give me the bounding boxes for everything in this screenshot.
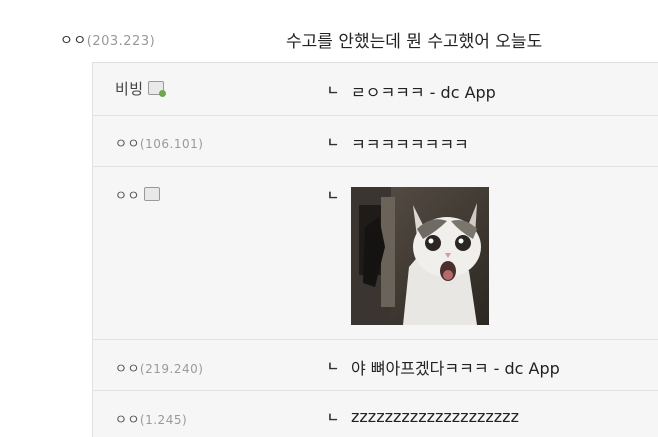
shocked-cat-dccon-image[interactable] <box>351 187 489 325</box>
reply-text: zzzzzzzzzzzzzzzzzzzz <box>351 407 519 426</box>
mobile-badge-icon <box>143 187 160 201</box>
reply-marker: ㄴ <box>327 136 339 151</box>
reply-text: 야 뼈아프겠다ㅋㅋㅋ - dc App <box>351 359 560 378</box>
parent-comment: ㅇㅇ(203.223) 수고를 안했는데 뭔 수고했어 오늘도 <box>0 0 658 62</box>
author-nickname[interactable]: ㅇㅇ <box>60 33 87 49</box>
author-nickname[interactable]: 비빙 <box>115 80 144 98</box>
reply-marker: ㄴ <box>327 189 339 204</box>
reply-item: ㅇㅇ(106.101) ㄴ ㅋㅋㅋㅋㅋㅋㅋㅋ <box>93 116 658 167</box>
reply-list: 비빙 ㄴ ㄹㅇㅋㅋㅋ - dc App ㅇㅇ(106.101) ㄴ ㅋㅋㅋㅋㅋㅋ… <box>92 62 658 437</box>
reply-text: ㄹㅇㅋㅋㅋ - dc App <box>351 83 496 102</box>
reply-author[interactable]: ㅇㅇ(219.240) <box>115 358 203 377</box>
author-nickname[interactable]: ㅇㅇ <box>115 137 140 152</box>
comment-thread: ㅇㅇ(203.223) 수고를 안했는데 뭔 수고했어 오늘도 비빙 ㄴ ㄹㅇㅋ… <box>0 0 658 437</box>
reply-item: ㅇㅇ ㄴ <box>93 167 658 340</box>
author-nickname[interactable]: ㅇㅇ <box>115 189 140 204</box>
reply-text: ㅋㅋㅋㅋㅋㅋㅋㅋ <box>351 135 469 154</box>
reply-author[interactable]: ㅇㅇ <box>115 185 160 204</box>
author-ip: (1.245) <box>139 413 188 427</box>
reply-author[interactable]: ㅇㅇ(1.245) <box>115 409 187 428</box>
reply-author[interactable]: ㅇㅇ(106.101) <box>115 133 203 152</box>
reply-item: ㅇㅇ(1.245) ㄴ zzzzzzzzzzzzzzzzzzzz <box>93 391 658 437</box>
author-nickname[interactable]: ㅇㅇ <box>115 413 140 428</box>
comment-author[interactable]: ㅇㅇ(203.223) <box>60 30 155 50</box>
reply-marker: ㄴ <box>327 84 339 99</box>
reply-item: ㅇㅇ(219.240) ㄴ 야 뼈아프겠다ㅋㅋㅋ - dc App <box>93 340 658 391</box>
fixed-nick-badge-icon <box>147 81 166 97</box>
comment-text: 수고를 안했는데 뭔 수고했어 오늘도 <box>286 32 543 52</box>
author-ip: (219.240) <box>139 362 204 376</box>
author-ip: (203.223) <box>86 34 156 49</box>
reply-author[interactable]: 비빙 <box>115 78 166 99</box>
reply-item: 비빙 ㄴ ㄹㅇㅋㅋㅋ - dc App <box>93 63 658 116</box>
reply-marker: ㄴ <box>327 411 339 426</box>
author-nickname[interactable]: ㅇㅇ <box>115 362 140 377</box>
author-ip: (106.101) <box>139 137 204 151</box>
reply-marker: ㄴ <box>327 360 339 375</box>
